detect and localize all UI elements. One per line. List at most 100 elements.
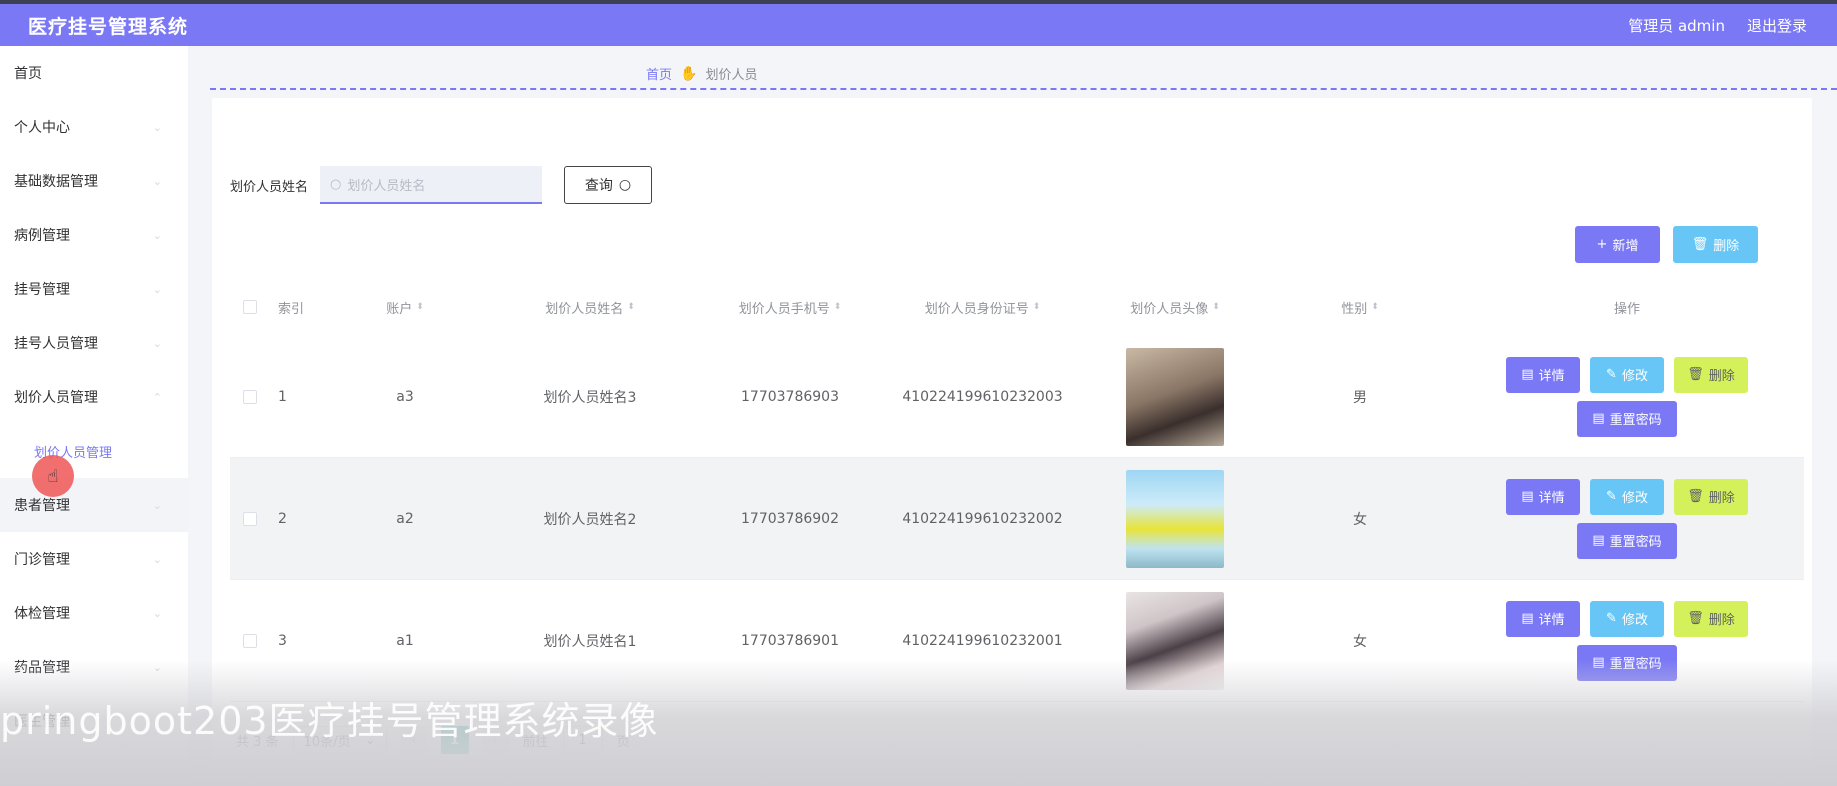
admin-label[interactable]: 管理员 admin (1628, 15, 1725, 36)
edit-label: 修改 (1621, 369, 1648, 384)
sidebar-item-outpatient[interactable]: 门诊管理 ⌄ (0, 532, 188, 586)
sidebar-item-label: 基础数据管理 (14, 174, 98, 190)
action-line: ▤ 详情 ✎ 修改 🗑 删除 (1506, 356, 1748, 393)
checkbox-box (243, 511, 257, 526)
table-row: 1 a3 划价人员姓名3 17703786903 410224199610232… (230, 336, 1804, 458)
column-label: 划价人员姓名 (545, 301, 624, 317)
cell-phone: 17703786901 (741, 632, 839, 649)
goto-prefix: 前往 (522, 734, 549, 750)
sidebar-item-base-data[interactable]: 基础数据管理 ⌄ (0, 154, 188, 208)
chevron-down-icon: ⌄ (364, 732, 376, 748)
reset-password-button[interactable]: ▤ 重置密码 (1577, 522, 1677, 559)
next-page-button[interactable]: › (482, 726, 509, 754)
page-size-select[interactable]: 10条/页 ⌄ (292, 726, 387, 754)
logout-link[interactable]: 退出登录 (1747, 15, 1807, 36)
search-placeholder: 划价人员姓名 (347, 178, 426, 194)
avatar[interactable] (1126, 347, 1224, 446)
sidebar-item-label: 病例管理 (14, 228, 70, 244)
chevron-down-icon: ⌄ (152, 336, 162, 350)
add-button[interactable]: + 新增 (1575, 226, 1660, 263)
search-row: 划价人员姓名 ○ 划价人员姓名 查询 ○ (230, 166, 653, 204)
checkbox-box (243, 633, 257, 648)
document-icon: ▤ (1592, 533, 1605, 548)
avatar[interactable] (1126, 591, 1224, 690)
sort-icon: ⬍ (416, 302, 424, 312)
select-all-checkbox[interactable] (230, 278, 270, 336)
cell-id-number: 410224199610232001 (902, 632, 1063, 649)
reset-label: 重置密码 (1609, 535, 1662, 550)
column-actions: 操作 (1613, 301, 1640, 317)
chevron-down-icon: ⌄ (152, 714, 162, 728)
sort-icon: ⬍ (1371, 302, 1379, 312)
search-icon: ○ (330, 176, 342, 192)
goto-page-input[interactable]: 1 (562, 726, 603, 754)
column-account[interactable]: 账户 ⬍ (325, 278, 485, 336)
cell-gender: 女 (1353, 511, 1367, 528)
edit-button[interactable]: ✎ 修改 (1590, 356, 1664, 393)
reset-label: 重置密码 (1609, 657, 1662, 672)
breadcrumb-home[interactable]: 首页 (646, 64, 672, 83)
trash-icon: 🗑 (1687, 489, 1704, 504)
reset-label: 重置密码 (1609, 413, 1662, 428)
delete-button[interactable]: 🗑 删除 (1674, 600, 1748, 637)
row-checkbox[interactable] (230, 580, 270, 701)
sidebar-subitem-pricing-staff-manage[interactable]: 划价人员管理 (0, 424, 188, 478)
sidebar-item-doctors[interactable]: 医生管理 ⌄ (0, 694, 188, 748)
cursor-indicator: ☝ (32, 455, 74, 497)
chevron-down-icon: ⌄ (152, 498, 162, 512)
sidebar-item-profile[interactable]: 个人中心 ⌄ (0, 100, 188, 154)
edit-label: 修改 (1621, 491, 1648, 506)
sidebar-item-registration[interactable]: 挂号管理 ⌄ (0, 262, 188, 316)
column-phone[interactable]: 划价人员手机号 ⬍ (695, 278, 885, 336)
column-avatar[interactable]: 划价人员头像 ⬍ (1080, 278, 1270, 336)
cell-gender: 男 (1353, 389, 1367, 406)
query-button[interactable]: 查询 ○ (564, 166, 653, 204)
sidebar-item-home[interactable]: 首页 (0, 46, 188, 100)
sidebar-item-patients[interactable]: 患者管理 ⌄ (0, 478, 188, 532)
column-gender[interactable]: 性别 ⬍ (1270, 278, 1450, 336)
delete-button[interactable]: 🗑 删除 (1674, 356, 1748, 393)
checkbox-box (243, 389, 257, 404)
chevron-down-icon: ⌄ (152, 606, 162, 620)
prev-page-button[interactable]: ‹ (400, 726, 427, 754)
chevron-down-icon: ⌄ (152, 228, 162, 242)
sort-icon: ⬍ (1212, 302, 1220, 312)
delete-button[interactable]: 🗑 删除 (1674, 478, 1748, 515)
cell-account: a1 (396, 632, 414, 649)
sidebar-item-label: 体检管理 (14, 606, 70, 622)
search-input[interactable]: ○ 划价人员姓名 (320, 166, 543, 204)
sidebar-item-cases[interactable]: 病例管理 ⌄ (0, 208, 188, 262)
row-checkbox[interactable] (230, 458, 270, 579)
reset-password-button[interactable]: ▤ 重置密码 (1577, 400, 1677, 437)
document-icon: ▤ (1521, 367, 1534, 382)
sidebar-item-checkup[interactable]: 体检管理 ⌄ (0, 586, 188, 640)
sidebar-item-label: 个人中心 (14, 120, 70, 136)
sidebar-item-medicine[interactable]: 药品管理 ⌄ (0, 640, 188, 694)
table-row: 3 a1 划价人员姓名1 17703786901 410224199610232… (230, 580, 1804, 702)
cell-name: 划价人员姓名3 (543, 389, 637, 406)
edit-button[interactable]: ✎ 修改 (1590, 478, 1664, 515)
sidebar-item-registration-staff[interactable]: 挂号人员管理 ⌄ (0, 316, 188, 370)
column-name[interactable]: 划价人员姓名 ⬍ (485, 278, 695, 336)
detail-button[interactable]: ▤ 详情 (1506, 356, 1580, 393)
column-index: 索引 (278, 301, 305, 317)
reset-password-button[interactable]: ▤ 重置密码 (1577, 644, 1677, 681)
hand-pointer-icon: ☝ (47, 465, 59, 487)
search-label: 划价人员姓名 (230, 179, 309, 195)
detail-button[interactable]: ▤ 详情 (1506, 478, 1580, 515)
sidebar: 首页 个人中心 ⌄ 基础数据管理 ⌄ 病例管理 ⌄ 挂号管理 ⌄ 挂号人员管理 ⌄ 划价人… (0, 46, 188, 786)
sidebar-item-pricing-staff[interactable]: 划价人员管理 ⌃ (0, 370, 188, 424)
detail-button[interactable]: ▤ 详情 (1506, 600, 1580, 637)
document-icon: ▤ (1521, 611, 1534, 626)
row-checkbox[interactable] (230, 336, 270, 457)
cell-avatar (1080, 458, 1270, 579)
cell-account: a2 (396, 510, 414, 527)
avatar[interactable] (1126, 469, 1224, 568)
page-number-button[interactable]: 1 (440, 726, 469, 754)
sort-icon: ⬍ (1032, 302, 1041, 312)
edit-button[interactable]: ✎ 修改 (1590, 600, 1664, 637)
sidebar-item-label: 首页 (14, 66, 42, 82)
column-id-number[interactable]: 划价人员身份证号 ⬍ (885, 278, 1080, 336)
batch-delete-button[interactable]: 🗑 删除 (1673, 226, 1758, 263)
cell-index: 3 (278, 632, 287, 649)
